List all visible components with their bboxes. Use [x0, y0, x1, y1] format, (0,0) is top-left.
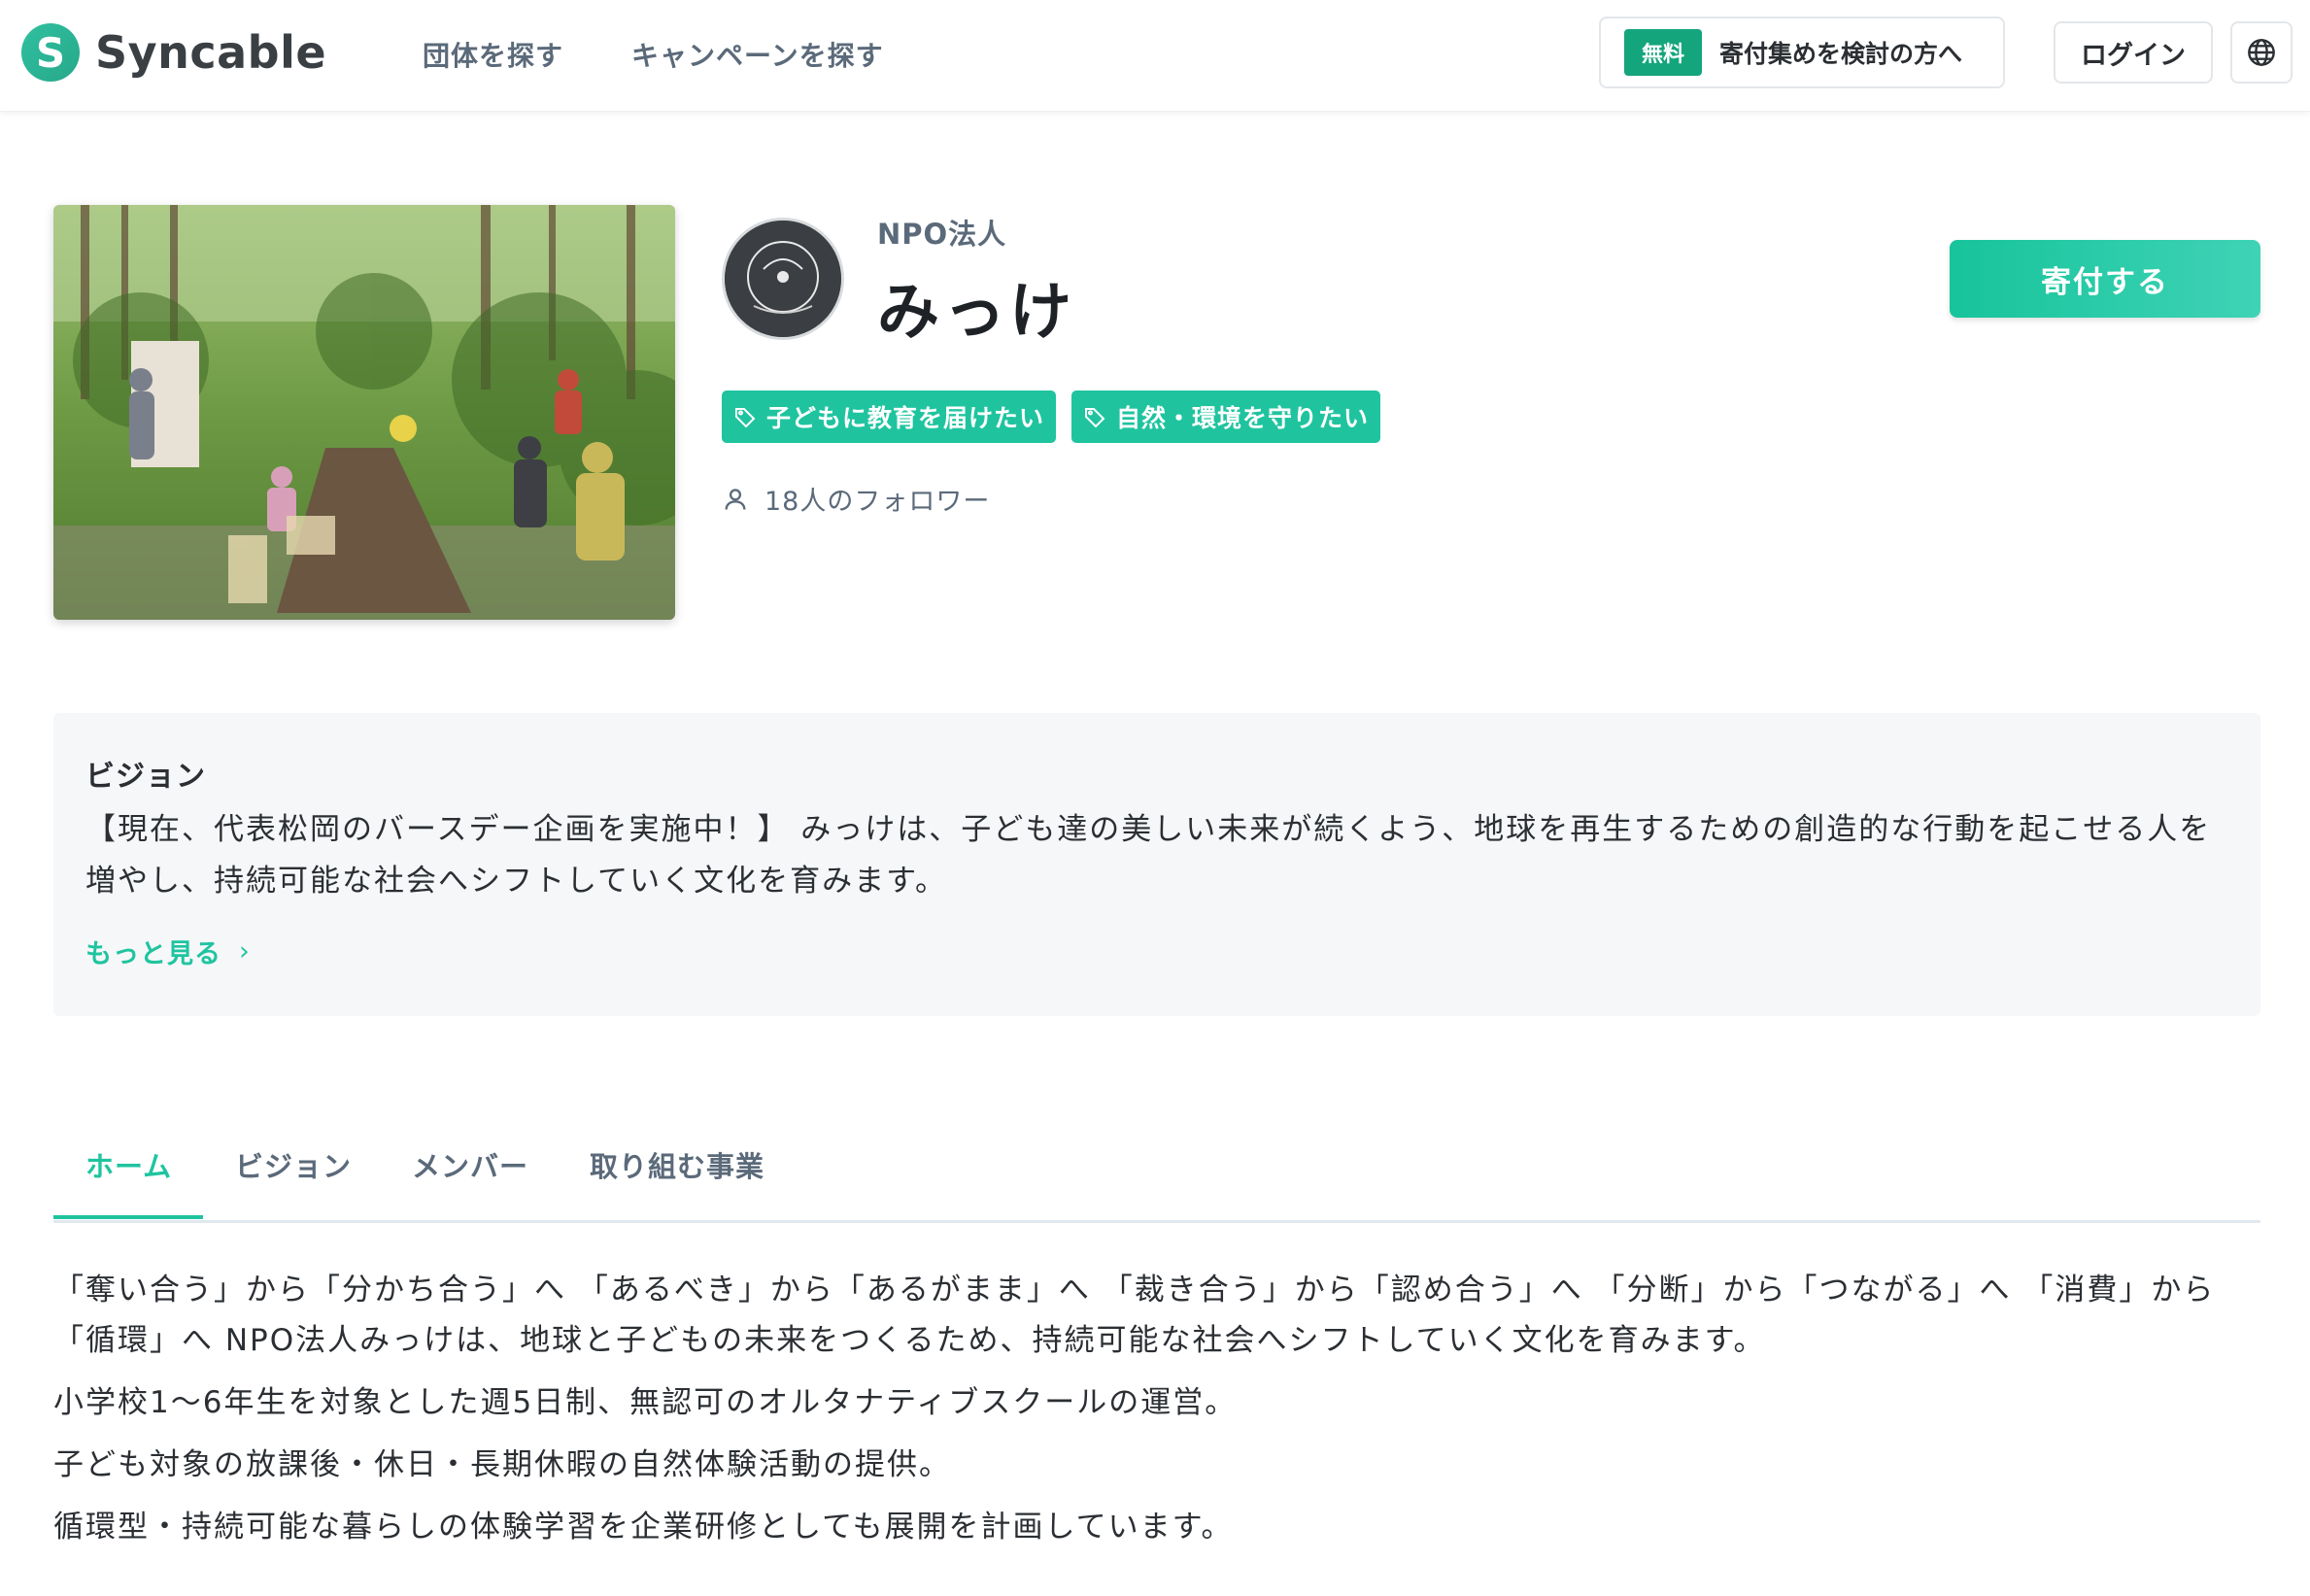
tag-list: 子どもに教育を届けたい 自然・環境を守りたい — [722, 391, 1381, 443]
cover-photo — [53, 205, 675, 620]
fundraising-info-button[interactable]: 無料 寄付集めを検討の方へ — [1599, 17, 2005, 88]
s-logo-icon: S — [21, 23, 80, 82]
vision-title: ビジョン — [85, 760, 206, 794]
tag-label: 自然・環境を守りたい — [1116, 404, 1370, 432]
tag-nature[interactable]: 自然・環境を守りたい — [1071, 391, 1381, 443]
chevron-right-icon: › — [239, 936, 251, 967]
org-avatar — [722, 218, 844, 340]
tag-icon — [735, 408, 756, 428]
tag-icon — [1085, 408, 1105, 428]
follower-count: 18人のフォロワー — [722, 480, 990, 518]
globe-icon — [2248, 39, 2275, 66]
tag-label: 子どもに教育を届けたい — [766, 404, 1045, 432]
logo-text: Syncable — [95, 26, 327, 79]
site-header: S Syncable 団体を探す キャンペーンを探す 無料 寄付集めを検討の方へ… — [0, 0, 2310, 112]
tab-home[interactable]: ホーム — [85, 1144, 172, 1185]
login-button[interactable]: ログイン — [2054, 21, 2213, 84]
content-paragraph: 子ども対象の放課後・休日・長期休暇の自然体験活動の提供。 — [53, 1447, 951, 1482]
see-more-label: もっと見る — [85, 939, 221, 969]
org-name: みっけ — [877, 277, 1075, 349]
person-icon — [725, 488, 746, 510]
vision-text: 【現在、代表松岡のバースデー企画を実施中！】 みっけは、子ども達の美しい未来が続… — [85, 812, 2212, 899]
nav-find-organizations[interactable]: 団体を探す — [423, 35, 563, 74]
content-paragraph: 小学校1〜6年生を対象とした週5日制、無認可のオルタナティブスクールの運営。 — [53, 1385, 1238, 1420]
tab-members[interactable]: メンバー — [412, 1144, 528, 1185]
org-type: NPO法人 — [877, 218, 1007, 251]
see-more-link[interactable]: もっと見る › — [85, 933, 251, 970]
site-logo[interactable]: S Syncable — [21, 23, 326, 82]
vision-card: ビジョン 【現在、代表松岡のバースデー企画を実施中！】 みっけは、子ども達の美し… — [53, 713, 2260, 1016]
language-button[interactable] — [2230, 21, 2293, 84]
tag-education[interactable]: 子どもに教育を届けたい — [722, 391, 1057, 443]
content-paragraph: 「奪い合う」から「分かち合う」へ 「あるべき」から「あるがまま」へ 「裁き合う」… — [53, 1273, 2216, 1358]
donate-button[interactable]: 寄付する — [1950, 240, 2260, 318]
profile-tabs: ホーム ビジョン メンバー 取り組む事業 — [53, 1117, 2260, 1223]
tab-projects[interactable]: 取り組む事業 — [590, 1144, 764, 1185]
tab-vision[interactable]: ビジョン — [235, 1144, 352, 1185]
fundraising-info-label: 寄付集めを検討の方へ — [1719, 40, 1963, 68]
active-tab-indicator — [53, 1215, 203, 1219]
content-paragraph: 循環型・持続可能な暮らしの体験学習を企業研修としても展開を計画しています。 — [53, 1510, 1234, 1545]
nav-find-campaigns[interactable]: キャンペーンを探す — [631, 35, 884, 74]
follower-label: 18人のフォロワー — [764, 487, 991, 517]
home-content: 「奪い合う」から「分かち合う」へ 「あるべき」から「あるがまま」へ 「裁き合う」… — [53, 1265, 2278, 1564]
free-badge: 無料 — [1624, 29, 1703, 76]
